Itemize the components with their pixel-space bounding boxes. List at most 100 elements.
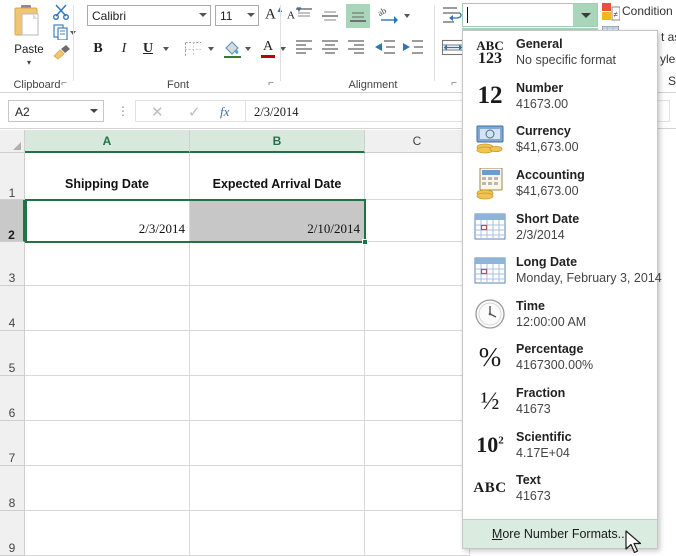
dropdown-item-percentage[interactable]: % Percentage 4167300.00% [463,336,657,380]
cell-c4[interactable] [365,286,470,331]
cell-b8[interactable] [190,466,365,511]
cell-c5[interactable] [365,331,470,376]
dropdown-item-time[interactable]: Time 12:00:00 AM [463,293,657,337]
borders-icon[interactable] [185,42,201,56]
cell-b3[interactable] [190,242,365,286]
orientation-icon[interactable]: ab [378,5,400,25]
cell-c6[interactable] [365,376,470,421]
cell-styles-label[interactable]: yles [660,52,676,66]
cell-b7[interactable] [190,421,365,466]
cell-a8[interactable] [25,466,190,511]
cut-icon[interactable] [52,2,70,20]
number-format-input[interactable] [463,4,573,26]
underline-dropdown-caret[interactable] [163,47,169,51]
copy-icon[interactable] [53,24,69,40]
increase-indent-icon[interactable] [402,38,424,56]
wrap-text-icon[interactable] [442,5,464,27]
name-box[interactable]: A2 [8,100,104,122]
cell-c3[interactable] [365,242,470,286]
column-header-c[interactable]: C [365,130,470,153]
font-dialog-launcher[interactable]: ⌐ [265,78,277,90]
dropdown-item-accounting[interactable]: Accounting $41,673.00 [463,162,657,206]
cell-b2[interactable]: 2/10/2014 [190,200,365,242]
dropdown-item-number[interactable]: 12 Number 41673.00 [463,75,657,119]
cell-c1[interactable] [365,153,470,200]
dropdown-item-scientific[interactable]: 102 Scientific 4.17E+04 [463,423,657,467]
cell-a5[interactable] [25,331,190,376]
decrease-indent-icon[interactable] [374,38,396,56]
format-painter-icon[interactable] [52,44,72,60]
cell-a3[interactable] [25,242,190,286]
row-header-9[interactable]: 9 [0,511,25,556]
font-color-icon[interactable]: A [260,40,276,58]
cell-b9[interactable] [190,511,365,556]
row-header-3[interactable]: 3 [0,242,25,286]
bold-button[interactable]: B [87,38,109,60]
dropdown-item-text[interactable]: ABC Text 41673 [463,467,657,511]
row-header-7[interactable]: 7 [0,421,25,466]
dropdown-item-general[interactable]: ABC123 General No specific format [463,31,657,75]
conditional-formatting-label[interactable]: Condition [622,4,673,18]
cell-b5[interactable] [190,331,365,376]
align-top-icon[interactable] [294,6,314,26]
italic-button[interactable]: I [113,38,135,60]
dropdown-item-fraction[interactable]: ½ Fraction 41673 [463,380,657,424]
row-header-4[interactable]: 4 [0,286,25,331]
dropdown-item-short-date[interactable]: Short Date 2/3/2014 [463,205,657,249]
borders-dropdown-caret[interactable] [208,47,214,51]
cell-c8[interactable] [365,466,470,511]
dropdown-item-title: Short Date [516,212,579,227]
chevron-down-icon[interactable] [247,13,255,17]
select-all-corner[interactable] [0,130,25,153]
row-header-8[interactable]: 8 [0,466,25,511]
row-header-6[interactable]: 6 [0,376,25,421]
conditional-formatting-icon[interactable]: ≠ [602,3,620,21]
orientation-dropdown-caret[interactable] [404,14,410,18]
row-header-1[interactable]: 1 [0,153,25,200]
insert-function-icon[interactable]: fx [220,104,229,120]
chevron-down-icon[interactable] [90,109,98,113]
align-center-icon[interactable] [320,38,340,56]
align-left-icon[interactable] [294,38,314,56]
cell-a1[interactable]: Shipping Date [25,153,190,200]
underline-button[interactable]: U [137,38,159,60]
alignment-dialog-launcher[interactable]: ⌐ [448,78,460,90]
enter-icon[interactable]: ✓ [188,103,201,121]
fill-handle[interactable] [362,239,368,245]
chevron-down-icon[interactable] [199,13,207,17]
dropdown-item-sample: No specific format [516,52,616,68]
number-format-combo[interactable] [462,3,598,27]
dropdown-item-sample: $41,673.00 [516,183,585,199]
fill-color-dropdown-caret[interactable] [245,47,251,51]
paste-button[interactable]: Paste ▾ [6,3,52,71]
cell-c9[interactable] [365,511,470,556]
font-name-input[interactable]: Calibri [87,5,211,26]
cell-c7[interactable] [365,421,470,466]
cancel-icon[interactable]: ✕ [151,103,164,121]
number-format-dropdown-button[interactable] [573,4,597,26]
cell-a7[interactable] [25,421,190,466]
column-header-a[interactable]: A [25,130,190,153]
cell-b6[interactable] [190,376,365,421]
cell-b1[interactable]: Expected Arrival Date [190,153,365,200]
paste-dropdown-caret[interactable]: ▾ [6,58,52,67]
align-bottom-icon[interactable] [346,4,370,28]
align-right-icon[interactable] [346,38,366,56]
column-header-b[interactable]: B [190,130,365,153]
dropdown-item-long-date[interactable]: Long Date Monday, February 3, 2014 [463,249,657,293]
cell-a9[interactable] [25,511,190,556]
more-number-formats-button[interactable]: More Number Formats... [463,519,657,548]
fill-color-icon[interactable] [223,40,241,58]
clipboard-dialog-launcher[interactable]: ⌐ [58,78,70,90]
dropdown-item-currency[interactable]: Currency $41,673.00 [463,118,657,162]
cell-c2[interactable] [365,200,470,242]
format-as-table-label[interactable]: t as [661,30,676,44]
cell-b4[interactable] [190,286,365,331]
cell-a6[interactable] [25,376,190,421]
cell-a2[interactable]: 2/3/2014 [25,200,190,242]
cell-a4[interactable] [25,286,190,331]
row-header-2[interactable]: 2 [0,200,25,242]
row-header-5[interactable]: 5 [0,331,25,376]
font-size-input[interactable]: 11 [215,5,259,26]
align-middle-icon[interactable] [320,6,340,26]
